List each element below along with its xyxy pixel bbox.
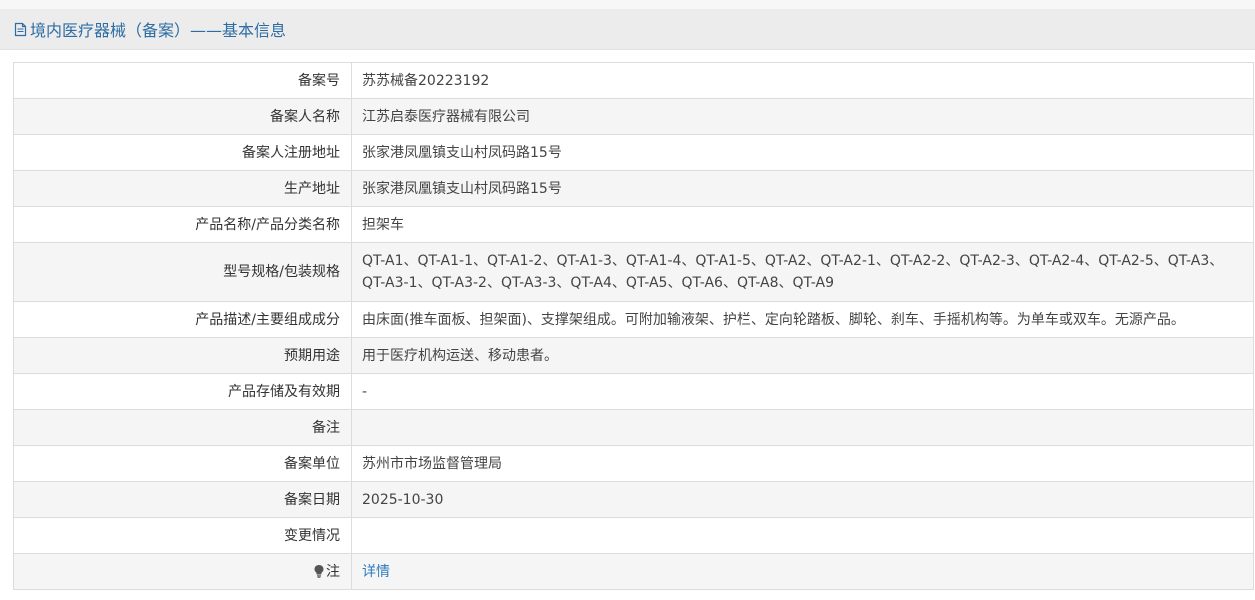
table-row: 备注 (13, 409, 1254, 446)
row-value: 张家港凤凰镇支山村凤码路15号 (351, 170, 1254, 207)
row-value: 用于医疗机构运送、移动患者。 (351, 337, 1254, 374)
table-row: 备案单位 苏州市市场监督管理局 (13, 445, 1254, 482)
table-row: 备案日期 2025-10-30 (13, 481, 1254, 518)
page-title: 境内医疗器械（备案）——基本信息 (30, 21, 287, 40)
row-label-note: 注 (13, 553, 352, 590)
table-row: 产品名称/产品分类名称 担架车 (13, 206, 1254, 243)
table-row: 注 详情 (13, 553, 1254, 590)
row-value: 张家港凤凰镇支山村凤码路15号 (351, 134, 1254, 171)
row-value: - (351, 373, 1254, 410)
details-link[interactable]: 详情 (362, 564, 390, 580)
row-value: 详情 (351, 553, 1254, 590)
row-label: 备案单位 (13, 445, 352, 482)
row-value (351, 409, 1254, 446)
row-label: 型号规格/包装规格 (13, 242, 352, 302)
note-label: 注 (326, 563, 340, 580)
row-label: 备案人注册地址 (13, 134, 352, 171)
row-label: 生产地址 (13, 170, 352, 207)
document-icon (14, 22, 27, 37)
table-row: 产品描述/主要组成成分 由床面(推车面板、担架面)、支撑架组成。可附加输液架、护… (13, 301, 1254, 338)
table-row: 产品存储及有效期 - (13, 373, 1254, 410)
row-value: 由床面(推车面板、担架面)、支撑架组成。可附加输液架、护栏、定向轮踏板、脚轮、刹… (351, 301, 1254, 338)
table-row: 变更情况 (13, 517, 1254, 554)
section-header: 境内医疗器械（备案）——基本信息 (0, 9, 1255, 50)
row-label: 预期用途 (13, 337, 352, 374)
row-value: 2025-10-30 (351, 481, 1254, 518)
table-row: 备案号 苏苏械备20223192 (13, 62, 1254, 99)
row-label: 备注 (13, 409, 352, 446)
row-label: 产品描述/主要组成成分 (13, 301, 352, 338)
row-label: 备案日期 (13, 481, 352, 518)
row-label: 产品存储及有效期 (13, 373, 352, 410)
row-value: 担架车 (351, 206, 1254, 243)
table-row: 预期用途 用于医疗机构运送、移动患者。 (13, 337, 1254, 374)
lightbulb-icon (313, 564, 325, 578)
row-label: 备案人名称 (13, 98, 352, 135)
table-row: 型号规格/包装规格 QT-A1、QT-A1-1、QT-A1-2、QT-A1-3、… (13, 242, 1254, 302)
row-value (351, 517, 1254, 554)
row-value: 苏苏械备20223192 (351, 62, 1254, 99)
row-value: QT-A1、QT-A1-1、QT-A1-2、QT-A1-3、QT-A1-4、QT… (351, 242, 1254, 302)
row-label: 备案号 (13, 62, 352, 99)
top-strip (0, 0, 1255, 9)
row-label: 变更情况 (13, 517, 352, 554)
row-value: 苏州市市场监督管理局 (351, 445, 1254, 482)
row-label: 产品名称/产品分类名称 (13, 206, 352, 243)
info-table: 备案号 苏苏械备20223192 备案人名称 江苏启泰医疗器械有限公司 备案人注… (13, 62, 1254, 590)
table-row: 备案人名称 江苏启泰医疗器械有限公司 (13, 98, 1254, 135)
table-row: 生产地址 张家港凤凰镇支山村凤码路15号 (13, 170, 1254, 207)
info-table-wrap: 备案号 苏苏械备20223192 备案人名称 江苏启泰医疗器械有限公司 备案人注… (13, 62, 1254, 590)
table-row: 备案人注册地址 张家港凤凰镇支山村凤码路15号 (13, 134, 1254, 171)
header-title-wrap: 境内医疗器械（备案）——基本信息 (14, 17, 286, 41)
row-value: 江苏启泰医疗器械有限公司 (351, 98, 1254, 135)
page: 境内医疗器械（备案）——基本信息 备案号 苏苏械备20223192 备案人名称 … (0, 0, 1255, 600)
